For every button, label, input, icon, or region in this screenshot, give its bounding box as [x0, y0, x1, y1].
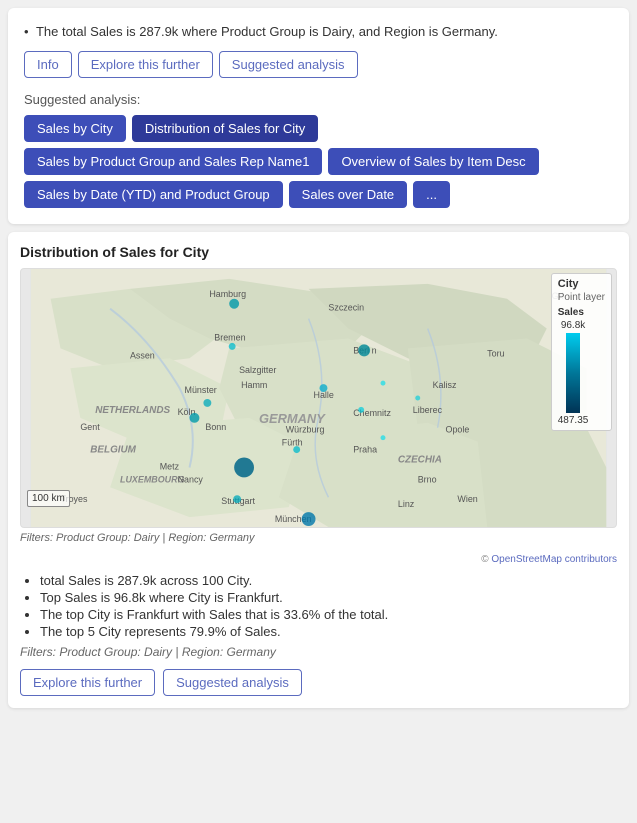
explore-this-further-button[interactable]: Explore this further — [20, 669, 155, 696]
map-container: NETHERLANDS BELGIUM LUXEMBOURG GERMANY C… — [20, 268, 617, 528]
top-action-buttons: Info Explore this further Suggested anal… — [24, 51, 613, 78]
frankfurt-point — [234, 458, 254, 478]
sales-by-date-ytd-btn[interactable]: Sales by Date (YTD) and Product Group — [24, 181, 283, 208]
svg-text:Bremen: Bremen — [214, 332, 245, 342]
svg-text:Toru: Toru — [487, 348, 504, 358]
svg-text:Assen: Assen — [130, 350, 155, 360]
suggested-label: Suggested analysis: — [24, 92, 613, 107]
top-card: • The total Sales is 287.9k where Produc… — [8, 8, 629, 224]
sales-by-product-group-btn[interactable]: Sales by Product Group and Sales Rep Nam… — [24, 148, 322, 175]
overview-sales-item-btn[interactable]: Overview of Sales by Item Desc — [328, 148, 538, 175]
scale-bar: 100 km — [27, 490, 70, 507]
distribution-sales-city-btn[interactable]: Distribution of Sales for City — [132, 115, 318, 142]
svg-text:Linz: Linz — [398, 499, 415, 509]
svg-text:Opole: Opole — [446, 425, 470, 435]
svg-text:GERMANY: GERMANY — [259, 411, 326, 426]
legend-city-label: City — [558, 278, 605, 290]
svg-text:Würzburg: Würzburg — [286, 425, 325, 435]
svg-text:Nancy: Nancy — [178, 474, 204, 484]
more-btn[interactable]: ... — [413, 181, 450, 208]
map-attribution: © OpenStreetMap contributors — [20, 554, 617, 565]
sales-over-date-btn[interactable]: Sales over Date — [289, 181, 408, 208]
svg-text:Kalisz: Kalisz — [433, 380, 457, 390]
info-text: • The total Sales is 287.9k where Produc… — [24, 24, 613, 39]
map-legend: City Point layer Sales 96.8k 487.35 — [551, 273, 612, 431]
openstreetmap-link[interactable]: OpenStreetMap contributors — [491, 554, 617, 565]
svg-text:Gent: Gent — [80, 422, 100, 432]
legend-min: 487.35 — [558, 415, 589, 426]
svg-text:Szczecin: Szczecin — [328, 303, 364, 313]
filter-bottom: Filters: Product Group: Dairy | Region: … — [20, 645, 617, 659]
bottom-buttons: Explore this further Suggested analysis — [20, 669, 617, 696]
svg-text:CZECHIA: CZECHIA — [398, 455, 442, 466]
sales-by-city-btn[interactable]: Sales by City — [24, 115, 126, 142]
legend-gradient — [566, 333, 580, 413]
svg-text:BELGIUM: BELGIUM — [90, 445, 136, 456]
map-bullets: total Sales is 287.9k across 100 City. T… — [20, 573, 617, 639]
bullet-4: The top 5 City represents 79.9% of Sales… — [40, 624, 617, 639]
info-button[interactable]: Info — [24, 51, 72, 78]
svg-text:Hamburg: Hamburg — [209, 289, 246, 299]
map-filter-top: Filters: Product Group: Dairy | Region: … — [20, 532, 617, 544]
svg-text:Hamm: Hamm — [241, 380, 267, 390]
svg-text:Liberec: Liberec — [413, 405, 443, 415]
map-svg: NETHERLANDS BELGIUM LUXEMBOURG GERMANY C… — [21, 269, 616, 527]
legend-max: 96.8k — [561, 320, 585, 331]
svg-text:Bonn: Bonn — [205, 422, 226, 432]
svg-text:Fürth: Fürth — [282, 438, 303, 448]
svg-text:LUXEMBOURG: LUXEMBOURG — [120, 474, 184, 484]
bullet-2: Top Sales is 96.8k where City is Frankfu… — [40, 590, 617, 605]
svg-text:NETHERLANDS: NETHERLANDS — [95, 405, 170, 416]
legend-sales-label: Sales — [558, 307, 605, 318]
analysis-buttons-group: Sales by City Distribution of Sales for … — [24, 115, 613, 208]
bullet-1: total Sales is 287.9k across 100 City. — [40, 573, 617, 588]
legend-point-layer: Point layer — [558, 292, 605, 303]
explore-further-button[interactable]: Explore this further — [78, 51, 213, 78]
svg-text:Salzgitter: Salzgitter — [239, 365, 276, 375]
suggested-analysis-bottom-button[interactable]: Suggested analysis — [163, 669, 302, 696]
bullet-3: The top City is Frankfurt with Sales tha… — [40, 607, 617, 622]
svg-text:Münster: Münster — [185, 385, 217, 395]
svg-text:Praha: Praha — [353, 445, 377, 455]
suggested-analysis-button[interactable]: Suggested analysis — [219, 51, 358, 78]
map-title: Distribution of Sales for City — [20, 244, 617, 260]
map-card: Distribution of Sales for City NETHERLAN… — [8, 232, 629, 708]
svg-text:Wien: Wien — [457, 494, 477, 504]
svg-text:Brno: Brno — [418, 474, 437, 484]
svg-text:Metz: Metz — [160, 461, 180, 471]
